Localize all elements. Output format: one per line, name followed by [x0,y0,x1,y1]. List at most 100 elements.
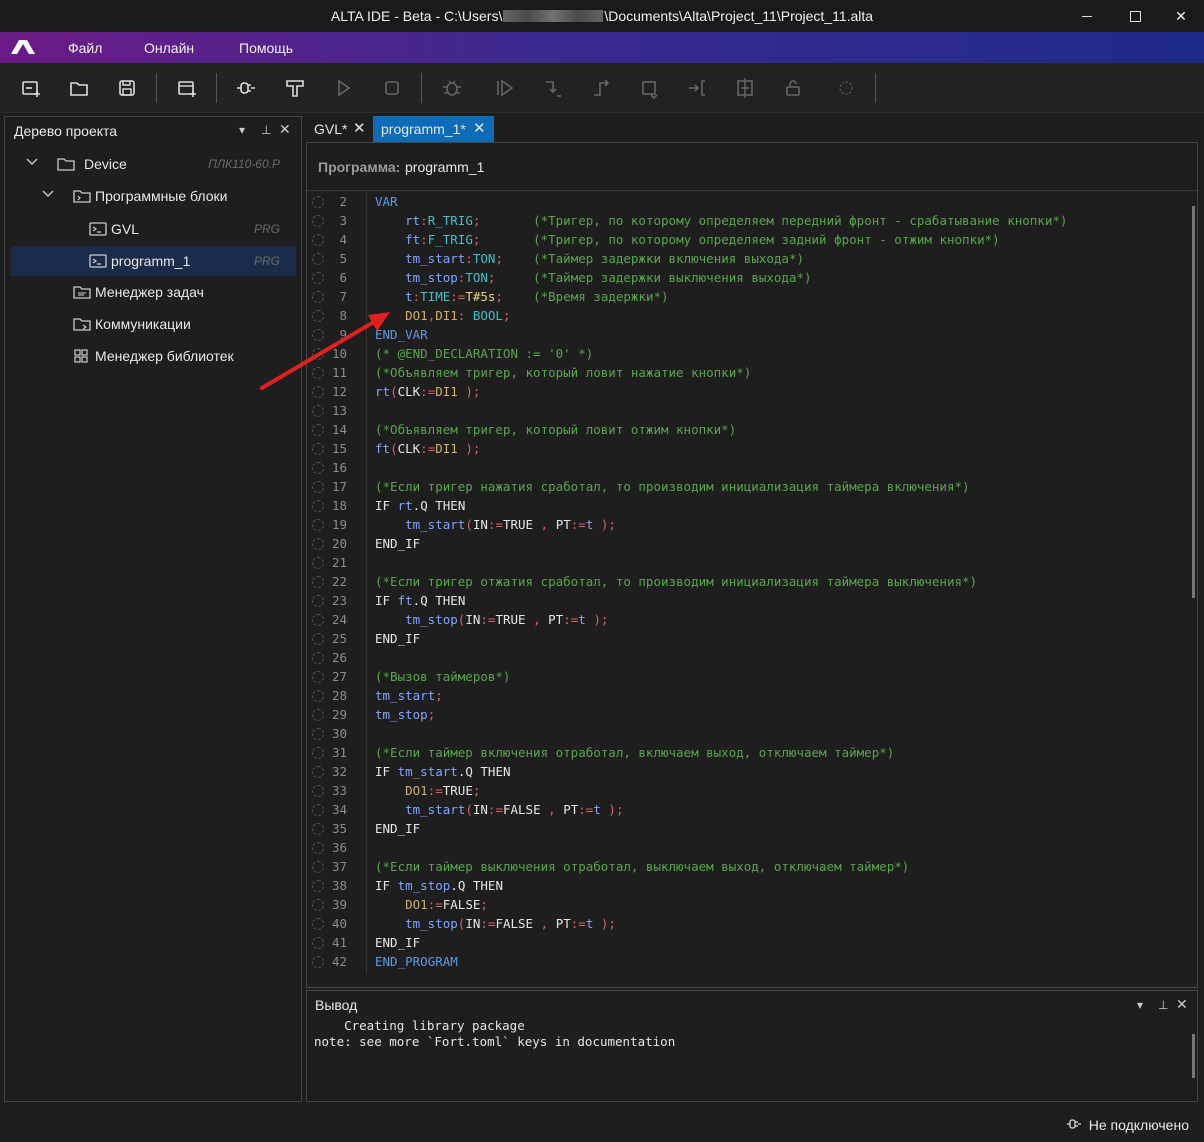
menu-online[interactable]: Онлайн [144,40,194,56]
breakpoint-marker-icon[interactable] [312,918,324,930]
code-line[interactable]: 32 IF tm_start.Q THEN [307,763,1197,782]
breakpoint-marker-icon[interactable] [312,728,324,740]
close-icon[interactable]: ✕ [353,119,366,137]
tree-item-device[interactable]: Device ПЛК110-60.Р [11,149,296,179]
breakpoint-marker-icon[interactable] [312,956,324,968]
code-line[interactable]: 16 [307,459,1197,478]
tree-item-gvl[interactable]: GVL PRG [11,214,296,244]
breakpoint-marker-icon[interactable] [312,576,324,588]
code-line[interactable]: 31 (*Если таймер включения отработал, вкл… [307,744,1197,763]
tab-gvl[interactable]: GVL* ✕ [306,116,372,142]
new-item-icon[interactable] [19,76,43,100]
spinner-icon[interactable] [834,76,858,100]
code-line[interactable]: 3 rt:R_TRIG; (*Тригер, по которому опред… [307,212,1197,231]
code-line[interactable]: 37 (*Если таймер выключения отработал, вы… [307,858,1197,877]
step-out-icon[interactable] [638,76,662,100]
chevron-down-icon[interactable]: ▾ [239,123,245,137]
chevron-down-icon[interactable] [25,155,39,169]
breakpoint-marker-icon[interactable] [312,253,324,265]
save-icon[interactable] [115,76,139,100]
breakpoint-marker-icon[interactable] [312,633,324,645]
code-line[interactable]: 41 END_IF [307,934,1197,953]
pin-icon[interactable]: ⊥ [261,123,271,137]
tree-item-programm-1[interactable]: programm_1 PRG [11,246,296,276]
code-line[interactable]: 11 (*Объявляем тригер, который ловит нажа… [307,364,1197,383]
breakpoint-marker-icon[interactable] [312,652,324,664]
code-line[interactable]: 15 ft(CLK:=DI1 ); [307,440,1197,459]
breakpoint-marker-icon[interactable] [312,747,324,759]
breakpoint-marker-icon[interactable] [312,861,324,873]
code-line[interactable]: 2 VAR [307,193,1197,212]
code-line[interactable]: 36 [307,839,1197,858]
step-run-icon[interactable] [493,76,517,100]
close-icon[interactable]: ✕ [1176,996,1188,1013]
stop-icon[interactable] [380,76,404,100]
breakpoint-marker-icon[interactable] [312,538,324,550]
code-line[interactable]: 14 (*Объявляем тригер, который ловит отжи… [307,421,1197,440]
output-scrollbar[interactable] [1192,1034,1195,1078]
code-line[interactable]: 18 IF rt.Q THEN [307,497,1197,516]
breakpoint-icon[interactable] [733,76,757,100]
breakpoint-marker-icon[interactable] [312,272,324,284]
open-folder-icon[interactable] [67,76,91,100]
code-line[interactable]: 8 DO1,DI1: BOOL; [307,307,1197,326]
breakpoint-marker-icon[interactable] [312,481,324,493]
build-icon[interactable] [283,76,307,100]
breakpoint-marker-icon[interactable] [312,519,324,531]
breakpoint-marker-icon[interactable] [312,443,324,455]
code-line[interactable]: 33 DO1:=TRUE; [307,782,1197,801]
breakpoint-marker-icon[interactable] [312,671,324,683]
menu-help[interactable]: Помощь [239,40,293,56]
code-line[interactable]: 24 tm_stop(IN:=TRUE , PT:=t ); [307,611,1197,630]
run-icon[interactable] [331,76,355,100]
breakpoint-marker-icon[interactable] [312,899,324,911]
code-line[interactable]: 6 tm_stop:TON; (*Таймер задержки выключе… [307,269,1197,288]
breakpoint-marker-icon[interactable] [312,234,324,246]
pin-icon[interactable]: ⊥ [1158,998,1168,1012]
code-line[interactable]: 17 (*Если тригер нажатия сработал, то про… [307,478,1197,497]
breakpoint-marker-icon[interactable] [312,557,324,569]
connect-icon[interactable] [234,76,258,100]
minimize-button[interactable] [1064,0,1110,32]
code-line[interactable]: 29 tm_stop; [307,706,1197,725]
unlock-icon[interactable] [781,76,805,100]
step-over-icon[interactable] [589,76,613,100]
code-line[interactable]: 38 IF tm_stop.Q THEN [307,877,1197,896]
code-line[interactable]: 25 END_IF [307,630,1197,649]
editor-scrollbar[interactable] [1192,206,1195,598]
code-line[interactable]: 5 tm_start:TON; (*Таймер задержки включе… [307,250,1197,269]
menu-file[interactable]: Файл [68,40,102,56]
breakpoint-marker-icon[interactable] [312,880,324,892]
tree-item-program-blocks[interactable]: Программные блоки [11,181,296,211]
breakpoint-marker-icon[interactable] [312,196,324,208]
breakpoint-marker-icon[interactable] [312,709,324,721]
add-device-icon[interactable] [175,76,199,100]
breakpoint-marker-icon[interactable] [312,766,324,778]
code-line[interactable]: 23 IF ft.Q THEN [307,592,1197,611]
close-icon[interactable]: ✕ [279,121,291,138]
chevron-down-icon[interactable] [41,187,55,201]
code-line[interactable]: 35 END_IF [307,820,1197,839]
tree-item-task-manager[interactable]: Менеджер задач [11,277,296,307]
code-line[interactable]: 12 rt(CLK:=DI1 ); [307,383,1197,402]
breakpoint-marker-icon[interactable] [312,405,324,417]
code-line[interactable]: 40 tm_stop(IN:=FALSE , PT:=t ); [307,915,1197,934]
code-line[interactable]: 20 END_IF [307,535,1197,554]
code-line[interactable]: 10 (* @END_DECLARATION := '0' *) [307,345,1197,364]
chevron-down-icon[interactable]: ▾ [1137,998,1143,1012]
debug-icon[interactable] [440,76,464,100]
tree-item-library-manager[interactable]: Менеджер библиотек [11,341,296,371]
breakpoint-marker-icon[interactable] [312,462,324,474]
breakpoint-marker-icon[interactable] [312,823,324,835]
code-line[interactable]: 13 [307,402,1197,421]
close-icon[interactable]: ✕ [473,119,486,137]
tab-programm-1[interactable]: programm_1* ✕ [373,116,494,142]
code-line[interactable]: 26 [307,649,1197,668]
breakpoint-marker-icon[interactable] [312,614,324,626]
code-line[interactable]: 27 (*Вызов таймеров*) [307,668,1197,687]
breakpoint-marker-icon[interactable] [312,785,324,797]
code-line[interactable]: 34 tm_start(IN:=FALSE , PT:=t ); [307,801,1197,820]
breakpoint-marker-icon[interactable] [312,424,324,436]
tree-item-communications[interactable]: Коммуникации [11,309,296,339]
code-line[interactable]: 7 t:TIME:=T#5s; (*Время задержки*) [307,288,1197,307]
